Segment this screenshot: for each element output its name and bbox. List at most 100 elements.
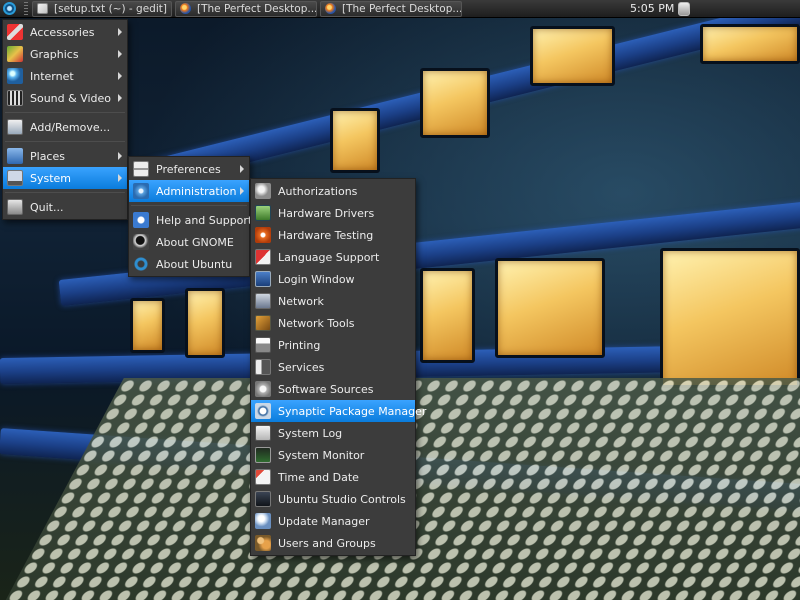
menu-item-label: Places bbox=[30, 149, 65, 163]
menu-item-authorizations[interactable]: Authorizations bbox=[251, 180, 415, 202]
submenu-arrow-icon bbox=[240, 187, 244, 195]
software-sources-icon bbox=[255, 381, 271, 397]
firefox-icon bbox=[325, 3, 336, 14]
menu-item-label: System Monitor bbox=[278, 448, 365, 462]
menu-item-label: Login Window bbox=[278, 272, 355, 286]
menu-item-language-support[interactable]: Language Support bbox=[251, 246, 415, 268]
printing-icon bbox=[255, 337, 271, 353]
help-icon bbox=[133, 212, 149, 228]
menu-item-internet[interactable]: Internet bbox=[3, 65, 127, 87]
menu-item-graphics[interactable]: Graphics bbox=[3, 43, 127, 65]
time-date-icon bbox=[255, 469, 271, 485]
menu-item-label: System Log bbox=[278, 426, 343, 440]
menu-item-label: Add/Remove... bbox=[30, 120, 111, 134]
firefox-icon bbox=[180, 3, 191, 14]
submenu-arrow-icon bbox=[118, 152, 122, 160]
menu-item-places[interactable]: Places bbox=[3, 145, 127, 167]
sound-video-icon bbox=[7, 90, 23, 106]
menu-item-label: Synaptic Package Manager bbox=[278, 404, 427, 418]
login-window-icon bbox=[255, 271, 271, 287]
menu-item-studio-controls[interactable]: Ubuntu Studio Controls bbox=[251, 488, 415, 510]
menu-item-login-window[interactable]: Login Window bbox=[251, 268, 415, 290]
system-icon bbox=[7, 170, 23, 186]
graphics-icon bbox=[7, 46, 23, 62]
preferences-icon bbox=[133, 161, 149, 177]
menu-item-services[interactable]: Services bbox=[251, 356, 415, 378]
menu-item-network-tools[interactable]: Network Tools bbox=[251, 312, 415, 334]
menu-item-label: Hardware Drivers bbox=[278, 206, 375, 220]
menu-item-label: System bbox=[30, 171, 72, 185]
menu-item-hardware-testing[interactable]: Hardware Testing bbox=[251, 224, 415, 246]
menu-separator bbox=[5, 112, 125, 113]
administration-submenu: Authorizations Hardware Drivers Hardware… bbox=[250, 178, 426, 556]
accessories-icon bbox=[7, 24, 23, 40]
menu-item-label: Help and Support bbox=[156, 213, 253, 227]
language-support-icon bbox=[255, 249, 271, 265]
taskbar-button-firefox-1[interactable]: [The Perfect Desktop... bbox=[175, 0, 317, 17]
taskbar-button-gedit[interactable]: [setup.txt (~) - gedit] bbox=[32, 0, 172, 17]
menu-item-label: Services bbox=[278, 360, 325, 374]
submenu-arrow-icon bbox=[118, 174, 122, 182]
submenu-arrow-icon bbox=[118, 72, 122, 80]
taskbar-label: [The Perfect Desktop... bbox=[197, 2, 317, 15]
menu-item-label: Quit... bbox=[30, 200, 64, 214]
ubuntu-menu-button[interactable] bbox=[0, 0, 18, 18]
menu-item-printing[interactable]: Printing bbox=[251, 334, 415, 356]
menu-item-update-manager[interactable]: Update Manager bbox=[251, 510, 415, 532]
menu-separator bbox=[5, 141, 125, 142]
synaptic-icon bbox=[255, 403, 271, 419]
network-icon bbox=[255, 293, 271, 309]
menu-item-system-monitor[interactable]: System Monitor bbox=[251, 444, 415, 466]
menu-item-accessories[interactable]: Accessories bbox=[3, 21, 127, 43]
menu-item-label: Time and Date bbox=[278, 470, 359, 484]
submenu-arrow-icon bbox=[118, 28, 122, 36]
users-groups-icon bbox=[255, 535, 271, 551]
menu-item-help-support[interactable]: Help and Support bbox=[129, 209, 253, 231]
services-icon bbox=[255, 359, 271, 375]
menu-item-label: About Ubuntu bbox=[156, 257, 233, 271]
menu-item-sound-video[interactable]: Sound & Video bbox=[3, 87, 127, 109]
shutdown-icon[interactable] bbox=[678, 2, 690, 16]
menu-item-label: Network bbox=[278, 294, 324, 308]
menu-item-label: Sound & Video bbox=[30, 91, 112, 105]
studio-controls-icon bbox=[255, 491, 271, 507]
menu-item-network[interactable]: Network bbox=[251, 290, 415, 312]
menu-separator bbox=[5, 192, 125, 193]
menu-item-synaptic[interactable]: Synaptic Package Manager bbox=[251, 400, 426, 422]
menu-item-about-gnome[interactable]: About GNOME bbox=[129, 231, 249, 253]
menu-item-administration[interactable]: Administration bbox=[129, 180, 249, 202]
submenu-arrow-icon bbox=[118, 94, 122, 102]
menu-item-label: Printing bbox=[278, 338, 321, 352]
taskbar-button-firefox-2[interactable]: [The Perfect Desktop... bbox=[320, 0, 462, 17]
menu-item-time-date[interactable]: Time and Date bbox=[251, 466, 415, 488]
menu-item-preferences[interactable]: Preferences bbox=[129, 158, 249, 180]
add-remove-icon bbox=[7, 119, 23, 135]
menu-item-quit[interactable]: Quit... bbox=[3, 196, 127, 218]
menu-item-label: Language Support bbox=[278, 250, 380, 264]
menu-item-label: Authorizations bbox=[278, 184, 358, 198]
menu-item-system[interactable]: System bbox=[3, 167, 127, 189]
gedit-icon bbox=[37, 3, 48, 14]
network-tools-icon bbox=[255, 315, 271, 331]
menu-item-add-remove[interactable]: Add/Remove... bbox=[3, 116, 127, 138]
panel-grip[interactable] bbox=[24, 1, 28, 16]
menu-item-software-sources[interactable]: Software Sources bbox=[251, 378, 415, 400]
menu-item-label: Users and Groups bbox=[278, 536, 376, 550]
menu-item-label: Software Sources bbox=[278, 382, 374, 396]
main-menu: Accessories Graphics Internet Sound & Vi… bbox=[2, 19, 128, 220]
administration-icon bbox=[133, 183, 149, 199]
taskbar-label: [setup.txt (~) - gedit] bbox=[54, 2, 167, 15]
menu-item-system-log[interactable]: System Log bbox=[251, 422, 415, 444]
menu-item-about-ubuntu[interactable]: About Ubuntu bbox=[129, 253, 249, 275]
menu-item-label: Graphics bbox=[30, 47, 79, 61]
menu-item-hardware-drivers[interactable]: Hardware Drivers bbox=[251, 202, 415, 224]
internet-icon bbox=[7, 68, 23, 84]
hardware-testing-icon bbox=[255, 227, 271, 243]
menu-item-label: Preferences bbox=[156, 162, 221, 176]
menu-item-users-groups[interactable]: Users and Groups bbox=[251, 532, 415, 554]
menu-item-label: Accessories bbox=[30, 25, 95, 39]
ubuntu-icon bbox=[133, 256, 149, 272]
panel-clock[interactable]: 5:05 PM bbox=[630, 2, 674, 15]
taskbar-label: [The Perfect Desktop... bbox=[342, 2, 462, 15]
menu-item-label: Update Manager bbox=[278, 514, 370, 528]
